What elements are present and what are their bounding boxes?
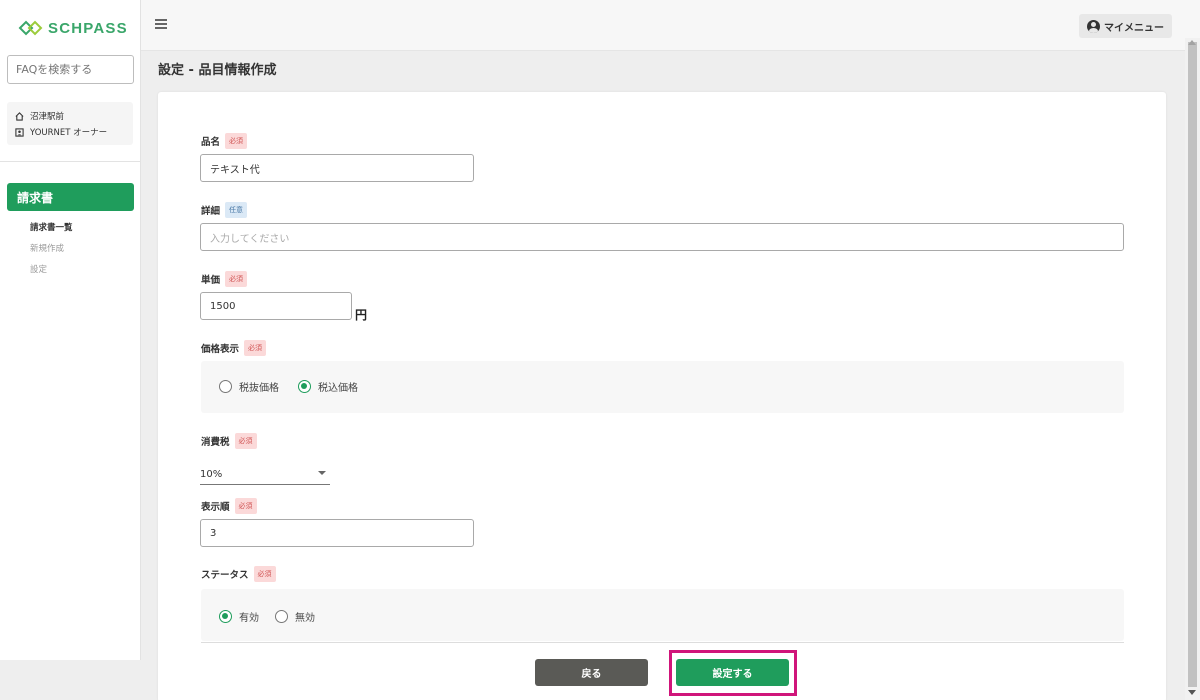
price-unit: 円: [355, 308, 368, 322]
detail-label: 詳細 任意: [201, 202, 248, 218]
required-badge: 必須: [225, 133, 248, 149]
order-label: 表示順 必須: [201, 498, 257, 514]
name-label-text: 品名: [201, 137, 221, 148]
org-owner-label: YOURNET オーナー: [30, 128, 108, 138]
faq-search-input[interactable]: [7, 55, 134, 84]
scrollbar-thumb[interactable]: [1188, 42, 1197, 687]
org-owner: YOURNET オーナー: [15, 124, 125, 140]
top-header: マイメニュー: [141, 0, 1200, 51]
price-display-label: 価格表示 必須: [201, 340, 267, 356]
radio-tax-included-label: 税込価格: [318, 383, 358, 394]
tax-label-text: 消費税: [201, 437, 230, 448]
required-badge: 必須: [253, 566, 276, 582]
status-radio-group: 有効 無効: [201, 589, 1124, 641]
submit-button-highlight: [669, 650, 797, 696]
price-label: 単価 必須: [201, 271, 248, 287]
order-label-text: 表示順: [201, 502, 230, 513]
my-menu-label: マイメニュー: [1104, 22, 1164, 34]
my-menu-button[interactable]: マイメニュー: [1079, 14, 1172, 38]
sidebar-item-settings[interactable]: 設定: [30, 263, 47, 275]
radio-checked-icon: [298, 380, 311, 393]
item-name-input[interactable]: テキスト代: [200, 154, 474, 182]
radio-unchecked-icon: [219, 380, 232, 393]
unit-price-input[interactable]: 1500: [200, 292, 352, 320]
optional-badge: 任意: [225, 202, 248, 218]
radio-tax-included[interactable]: 税込価格: [298, 379, 358, 394]
scroll-down-arrow-icon[interactable]: [1188, 690, 1196, 695]
display-order-input[interactable]: 3: [200, 519, 474, 547]
caret-down-icon: [318, 471, 326, 475]
page-title: 設定 - 品目情報作成: [158, 63, 277, 78]
radio-tax-excluded[interactable]: 税抜価格: [219, 379, 279, 394]
name-label: 品名 必須: [201, 133, 248, 149]
sidebar: SCHPASS 沼津駅前 YOURNET オーナー 請求書 請求書一覧 新規作成…: [0, 0, 141, 660]
radio-tax-excluded-label: 税抜価格: [239, 383, 279, 394]
price-display-label-text: 価格表示: [201, 344, 240, 355]
org-location-label: 沼津駅前: [30, 112, 65, 122]
user-badge-icon: [15, 127, 24, 137]
form-footer-divider: [201, 642, 1124, 643]
required-badge: 必須: [225, 271, 248, 287]
detail-label-text: 詳細: [201, 206, 221, 217]
home-icon: [15, 111, 24, 121]
sidebar-item-invoice-list[interactable]: 請求書一覧: [30, 221, 73, 233]
back-button[interactable]: 戻る: [535, 659, 648, 686]
tax-label: 消費税 必須: [201, 433, 257, 449]
org-location: 沼津駅前: [15, 108, 125, 124]
radio-status-inactive[interactable]: 無効: [275, 609, 315, 624]
required-badge: 必須: [244, 340, 267, 356]
status-label: ステータス 必須: [201, 566, 276, 582]
sidebar-item-invoice[interactable]: 請求書: [7, 183, 134, 211]
radio-checked-icon: [219, 610, 232, 623]
tax-select[interactable]: 10%: [200, 466, 330, 485]
tax-select-value: 10%: [200, 469, 223, 480]
radio-status-active-label: 有効: [239, 613, 259, 624]
status-label-text: ステータス: [201, 570, 249, 581]
logo[interactable]: SCHPASS: [0, 0, 140, 56]
hamburger-menu-icon[interactable]: [155, 19, 167, 29]
required-badge: 必須: [234, 433, 257, 449]
page-scrollbar[interactable]: [1185, 38, 1200, 700]
brand-name: SCHPASS: [48, 19, 128, 37]
radio-status-inactive-label: 無効: [295, 613, 315, 624]
organization-info: 沼津駅前 YOURNET オーナー: [7, 102, 133, 145]
schpass-logo-icon: [18, 20, 43, 36]
sidebar-item-new[interactable]: 新規作成: [30, 242, 64, 254]
price-label-text: 単価: [201, 275, 221, 286]
user-circle-icon: [1087, 19, 1100, 33]
detail-input[interactable]: 入力してください: [200, 223, 1124, 251]
scroll-up-arrow-icon[interactable]: [1188, 40, 1196, 45]
price-display-radio-group: 税抜価格 税込価格: [201, 361, 1124, 413]
sidebar-divider: [0, 161, 140, 162]
radio-status-active[interactable]: 有効: [219, 609, 259, 624]
required-badge: 必須: [234, 498, 257, 514]
radio-unchecked-icon: [275, 610, 288, 623]
